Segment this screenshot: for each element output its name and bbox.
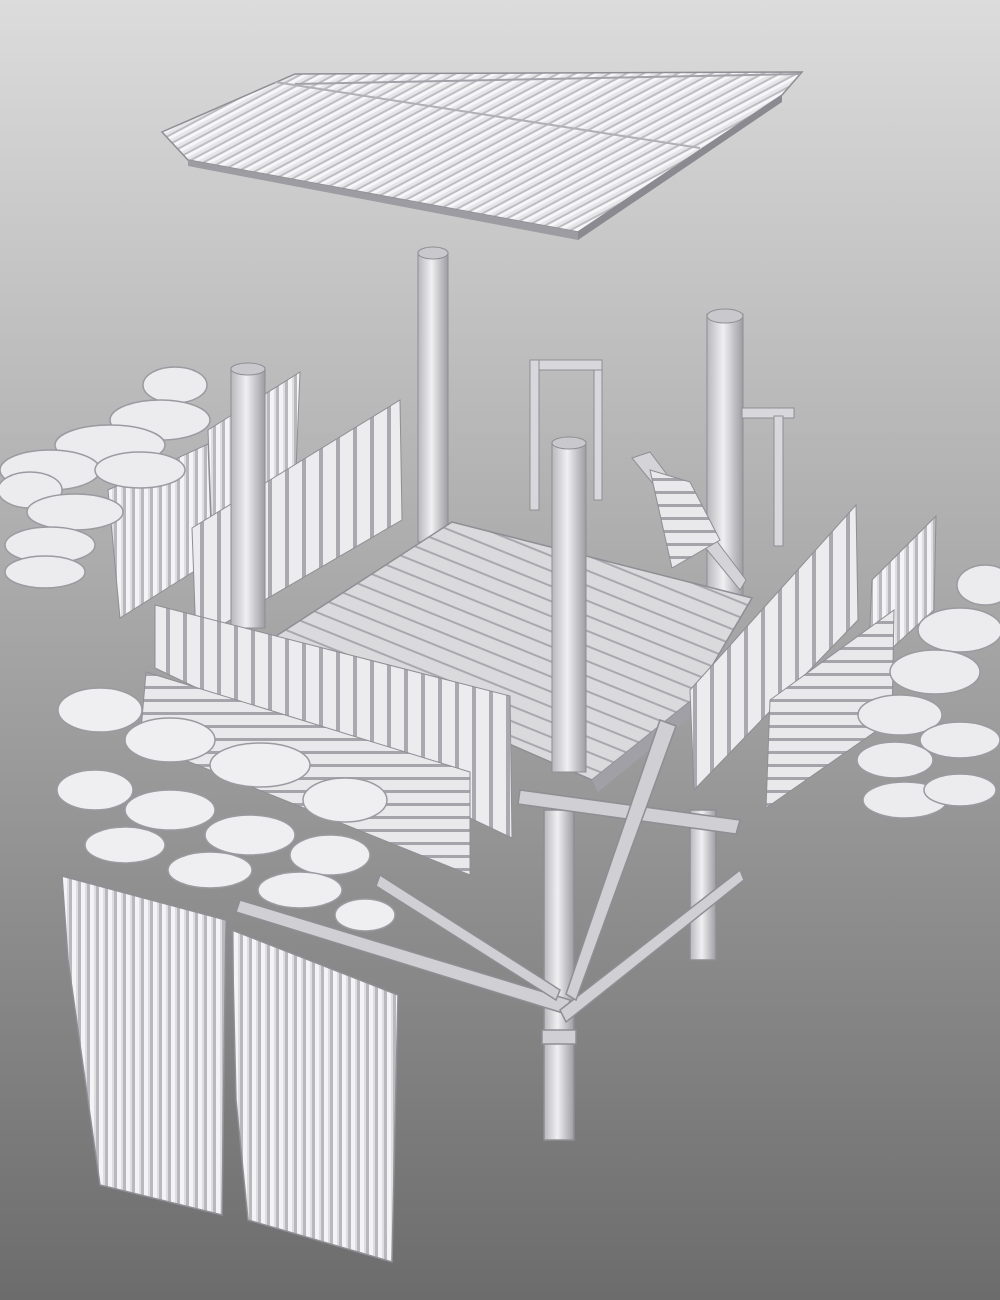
- left-post: [230, 362, 266, 629]
- front-post: [551, 436, 587, 773]
- back-left-post: [417, 246, 449, 543]
- exploded-watchtower-render: [0, 0, 1000, 1300]
